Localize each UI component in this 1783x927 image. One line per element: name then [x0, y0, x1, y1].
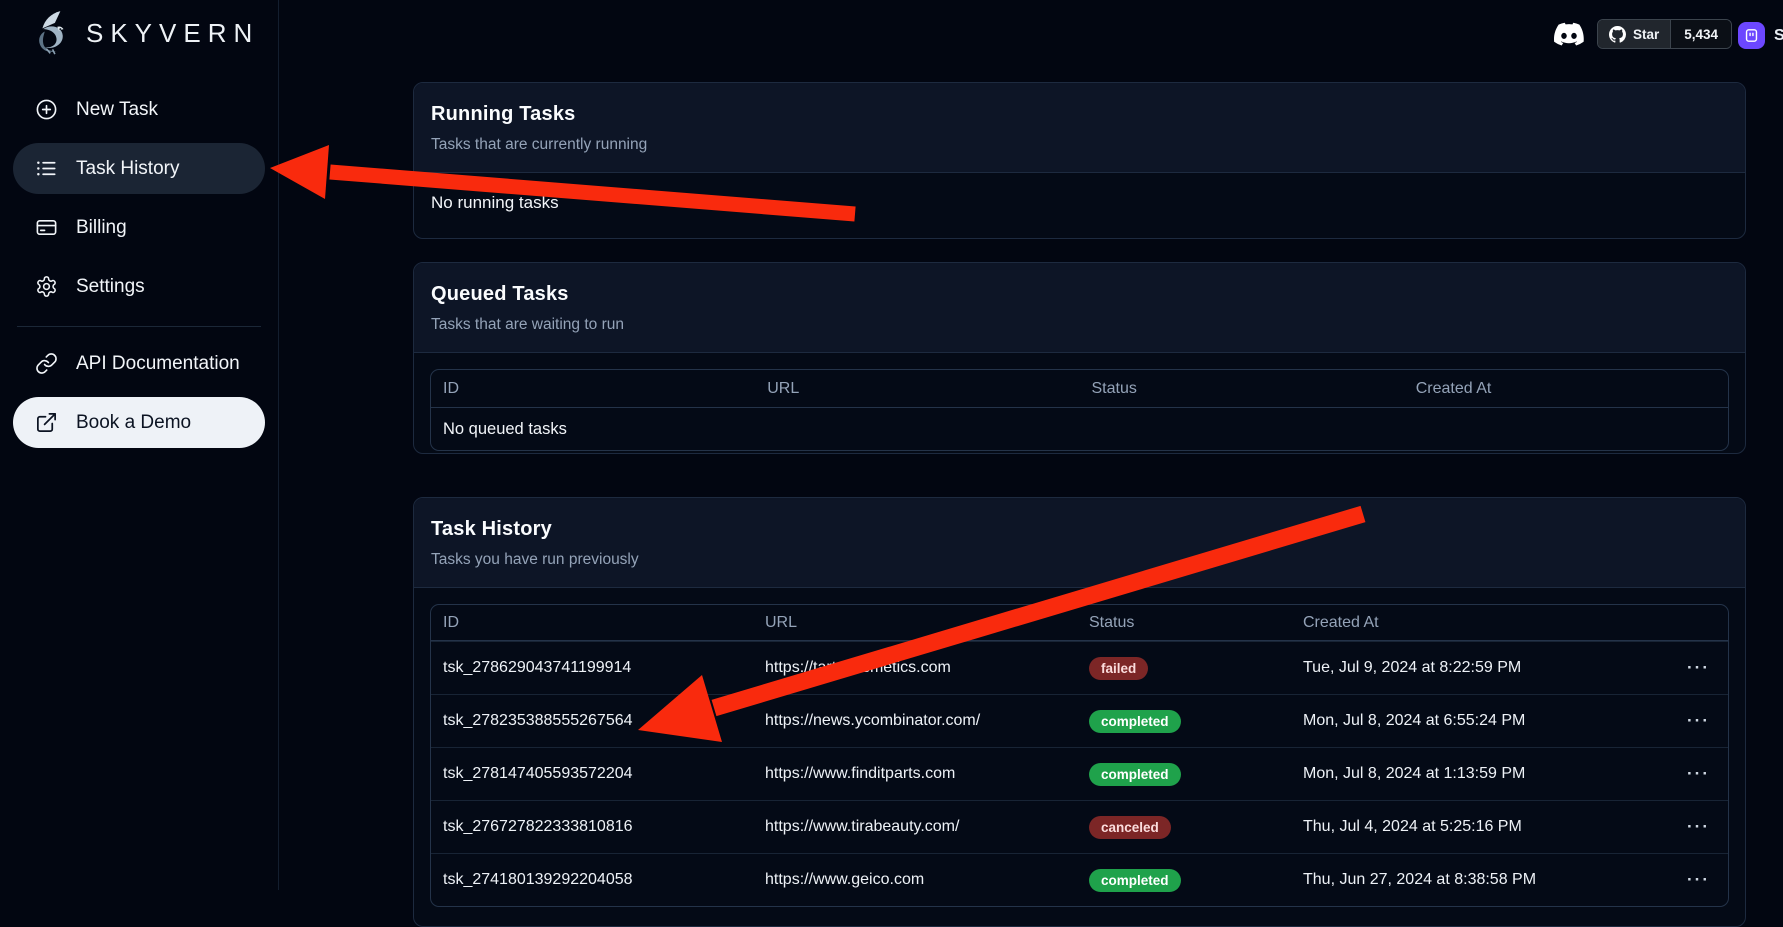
- table-row[interactable]: tsk_276727822333810816 https://www.tirab…: [431, 800, 1728, 853]
- task-history-header: Task History Tasks you have run previous…: [414, 498, 1745, 588]
- queued-tasks-empty-state: No queued tasks: [431, 408, 1728, 450]
- running-tasks-empty-state: No running tasks: [414, 173, 1745, 233]
- table-row[interactable]: tsk_274180139292204058 https://www.geico…: [431, 853, 1728, 906]
- task-id-cell: tsk_278235388555267564: [431, 712, 753, 730]
- created-at-cell: Tue, Jul 9, 2024 at 8:22:59 PM: [1291, 659, 1641, 677]
- column-header-id: ID: [431, 614, 753, 632]
- table-row[interactable]: tsk_278235388555267564 https://news.ycom…: [431, 694, 1728, 747]
- task-id-cell: tsk_278147405593572204: [431, 765, 753, 783]
- task-id-cell: tsk_274180139292204058: [431, 871, 753, 889]
- task-history-card: Task History Tasks you have run previous…: [413, 497, 1746, 927]
- created-at-cell: Mon, Jul 8, 2024 at 6:55:24 PM: [1291, 712, 1641, 730]
- credit-card-icon: [35, 216, 58, 239]
- created-at-cell: Thu, Jul 4, 2024 at 5:25:16 PM: [1291, 818, 1641, 836]
- sidebar-item-label: New Task: [76, 99, 158, 121]
- status-badge: canceled: [1089, 816, 1171, 839]
- sidebar-item-billing[interactable]: Billing: [13, 202, 265, 253]
- list-icon: [35, 157, 58, 180]
- sidebar-item-settings[interactable]: Settings: [13, 261, 265, 312]
- column-header-status: Status: [1077, 614, 1291, 632]
- user-name-text: S: [1774, 27, 1783, 45]
- status-badge: completed: [1089, 763, 1181, 786]
- queued-tasks-table: ID URL Status Created At No queued tasks: [430, 369, 1729, 451]
- card-subtitle: Tasks that are currently running: [431, 136, 1728, 154]
- sidebar-item-book-a-demo[interactable]: Book a Demo: [13, 397, 265, 448]
- external-link-icon: [35, 411, 58, 434]
- task-history-table: ID URL Status Created At tsk_27862904374…: [430, 604, 1729, 907]
- status-badge: completed: [1089, 710, 1181, 733]
- github-star-label: Star: [1633, 27, 1659, 42]
- table-row[interactable]: tsk_278629043741199914 https://tartecosm…: [431, 641, 1728, 694]
- column-header-id: ID: [431, 380, 755, 398]
- column-header-url: URL: [755, 380, 1079, 398]
- sidebar-divider: [17, 326, 261, 327]
- skyvern-app: { "brand": { "name": "SKYVERN" }, "sideb…: [0, 0, 1783, 890]
- sidebar-item-label: Billing: [76, 217, 127, 239]
- sidebar-item-new-task[interactable]: New Task: [13, 84, 265, 135]
- sidebar-item-label: Book a Demo: [76, 412, 191, 434]
- sidebar-item-task-history[interactable]: Task History: [13, 143, 265, 194]
- discord-button[interactable]: [1552, 17, 1586, 51]
- card-title: Task History: [431, 518, 1728, 541]
- created-at-cell: Mon, Jul 8, 2024 at 1:13:59 PM: [1291, 765, 1641, 783]
- row-actions-button[interactable]: ···: [1687, 711, 1710, 731]
- status-badge: completed: [1089, 869, 1181, 892]
- task-url-cell: https://www.finditparts.com: [753, 765, 1077, 783]
- user-avatar[interactable]: [1738, 22, 1765, 49]
- github-star-button[interactable]: Star: [1598, 20, 1670, 48]
- column-header-status: Status: [1080, 380, 1404, 398]
- discord-icon: [1554, 22, 1584, 46]
- sidebar-item-label: API Documentation: [76, 353, 240, 375]
- created-at-cell: Thu, Jun 27, 2024 at 8:38:58 PM: [1291, 871, 1641, 889]
- link-icon: [35, 352, 58, 375]
- row-actions-button[interactable]: ···: [1687, 817, 1710, 837]
- table-row[interactable]: tsk_278147405593572204 https://www.findi…: [431, 747, 1728, 800]
- task-id-cell: tsk_278629043741199914: [431, 659, 753, 677]
- github-icon: [1609, 26, 1626, 43]
- primary-nav: New Task Task History Billing Settings: [13, 84, 265, 312]
- plus-circle-icon: [35, 98, 58, 121]
- dragon-logo-icon: [26, 8, 76, 58]
- running-tasks-card: Running Tasks Tasks that are currently r…: [413, 82, 1746, 239]
- row-actions-button[interactable]: ···: [1687, 870, 1710, 890]
- task-url-cell: https://www.geico.com: [753, 871, 1077, 889]
- sidebar-item-api-documentation[interactable]: API Documentation: [13, 338, 265, 389]
- secondary-nav: API Documentation Book a Demo: [13, 338, 265, 448]
- avatar-glyph-icon: [1743, 27, 1760, 44]
- card-title: Queued Tasks: [431, 283, 1728, 306]
- status-badge: failed: [1089, 657, 1148, 680]
- task-url-cell: https://news.ycombinator.com/: [753, 712, 1077, 730]
- github-star-widget[interactable]: Star 5,434: [1597, 19, 1732, 49]
- column-header-url: URL: [753, 614, 1077, 632]
- table-header-row: ID URL Status Created At: [431, 370, 1728, 408]
- task-url-cell: https://www.tirabeauty.com/: [753, 818, 1077, 836]
- sidebar-item-label: Task History: [76, 158, 179, 180]
- sidebar: SKYVERN New Task Task History Billing: [0, 0, 279, 890]
- sidebar-item-label: Settings: [76, 276, 145, 298]
- column-header-created-at: Created At: [1291, 614, 1641, 632]
- card-title: Running Tasks: [431, 103, 1728, 126]
- brand-name: SKYVERN: [86, 18, 259, 49]
- queued-tasks-header: Queued Tasks Tasks that are waiting to r…: [414, 263, 1745, 353]
- column-header-created-at: Created At: [1404, 380, 1728, 398]
- row-actions-button[interactable]: ···: [1687, 764, 1710, 784]
- task-url-cell: https://tartecosmetics.com: [753, 659, 1077, 677]
- table-header-row: ID URL Status Created At: [431, 605, 1728, 641]
- gear-icon: [35, 275, 58, 298]
- github-star-count[interactable]: 5,434: [1670, 20, 1731, 48]
- brand-logo[interactable]: SKYVERN: [26, 8, 259, 58]
- card-subtitle: Tasks you have run previously: [431, 551, 1728, 569]
- row-actions-button[interactable]: ···: [1687, 658, 1710, 678]
- running-tasks-header: Running Tasks Tasks that are currently r…: [414, 83, 1745, 173]
- card-subtitle: Tasks that are waiting to run: [431, 316, 1728, 334]
- queued-tasks-card: Queued Tasks Tasks that are waiting to r…: [413, 262, 1746, 454]
- task-id-cell: tsk_276727822333810816: [431, 818, 753, 836]
